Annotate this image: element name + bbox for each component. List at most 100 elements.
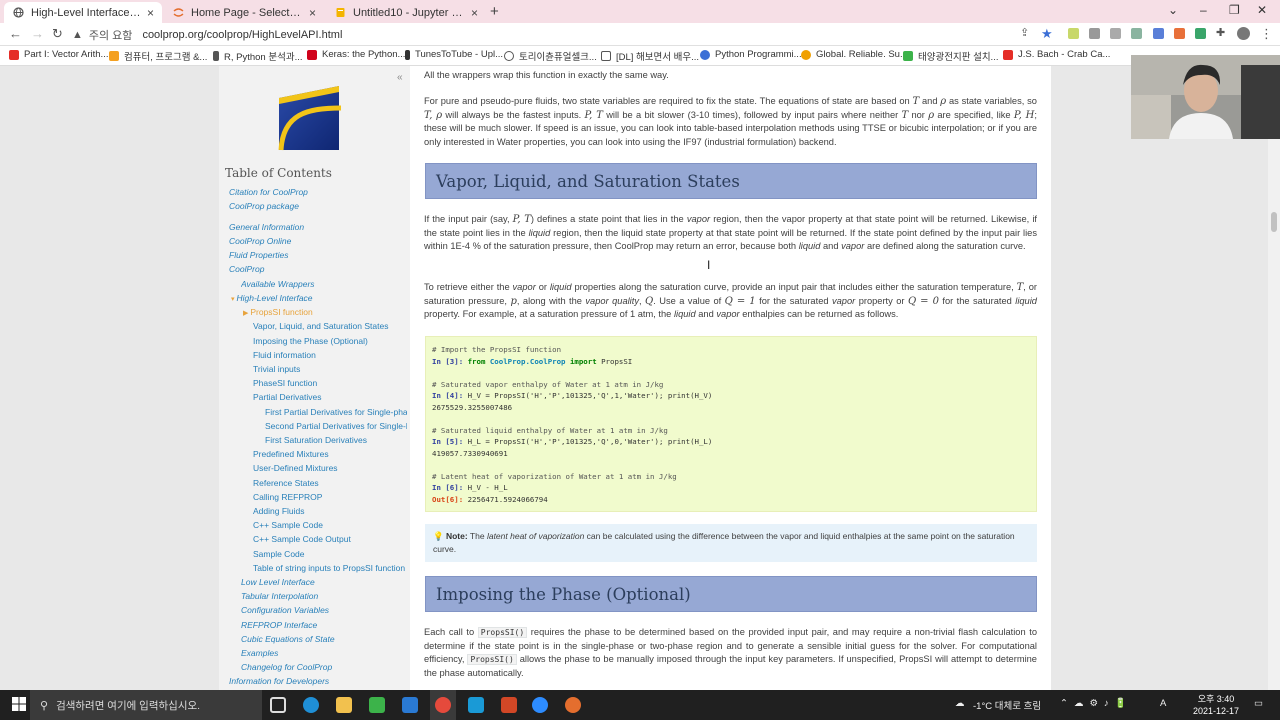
bookmark-star-icon[interactable]: ★ xyxy=(1041,26,1053,42)
close-tab-icon[interactable]: × xyxy=(309,6,316,20)
forward-icon[interactable]: → xyxy=(31,26,44,41)
address-bar[interactable]: ▲ 주의 요함 coolprop.org/coolprop/HighLevelA… xyxy=(72,25,1062,44)
notification-icon[interactable]: ▭ xyxy=(1254,698,1263,709)
powerpoint-icon[interactable] xyxy=(501,697,517,713)
tab-search-icon[interactable]: ⌄ xyxy=(1168,3,1178,17)
extension-icon[interactable] xyxy=(1110,28,1121,39)
bookmark-item[interactable]: J.S. Bach - Crab Ca... xyxy=(1003,49,1110,60)
close-tab-icon[interactable]: × xyxy=(471,6,478,20)
ime-indicator[interactable]: A xyxy=(1160,698,1166,709)
toc-item[interactable]: Predefined Mixtures xyxy=(253,448,405,461)
toc-item[interactable]: Adding Fluids xyxy=(253,505,405,518)
system-tray-icons[interactable]: ⌃☁⚙♪🔋 xyxy=(1060,698,1133,709)
chrome-icon[interactable] xyxy=(435,697,451,713)
clock[interactable]: 오후 3:40 2021-12-17 xyxy=(1190,693,1242,717)
bookmark-item[interactable]: Part I: Vector Arith... xyxy=(9,49,108,60)
weather-icon[interactable]: ☁ xyxy=(955,698,965,709)
edge-icon[interactable] xyxy=(303,697,319,713)
tab-jupyter-home[interactable]: Home Page - Select or create a × xyxy=(164,2,324,23)
toc-item-current[interactable]: ▶ PropsSI function xyxy=(243,306,405,319)
url-text[interactable]: coolprop.org/coolprop/HighLevelAPI.html xyxy=(142,29,342,41)
toc-item[interactable]: Partial Derivatives xyxy=(253,391,405,404)
extension-icon[interactable] xyxy=(1153,28,1164,39)
toc-item[interactable]: Examples xyxy=(241,647,405,660)
bookmark-item[interactable]: R, Python 분석과... xyxy=(213,49,303,63)
extension-icon[interactable] xyxy=(1174,28,1185,39)
bookmark-item[interactable]: Python Programmi... xyxy=(700,49,802,60)
toc-item[interactable]: Table of string inputs to PropsSI functi… xyxy=(253,562,407,575)
app-icon[interactable] xyxy=(468,697,484,713)
toc-item[interactable]: CoolProp package xyxy=(229,200,405,213)
toc-item[interactable]: Reference States xyxy=(253,477,405,490)
toc-item[interactable]: Tabular Interpolation xyxy=(241,590,405,603)
bookmark-item[interactable]: Global. Reliable. Su... xyxy=(801,49,908,60)
toc-item[interactable]: REFPROP Interface xyxy=(241,619,405,632)
toc-item[interactable]: Calling REFPROP xyxy=(253,491,405,504)
windows-start-icon[interactable] xyxy=(12,697,26,711)
clock-date: 2021-12-17 xyxy=(1192,706,1240,716)
toc-item[interactable]: Configuration Variables xyxy=(241,604,405,617)
toc-item[interactable]: Information for Developers xyxy=(229,675,405,688)
zoom-icon[interactable] xyxy=(532,697,548,713)
close-window-icon[interactable]: ✕ xyxy=(1257,3,1267,17)
close-tab-icon[interactable]: × xyxy=(147,6,154,20)
bookmark-item[interactable]: Keras: the Python... xyxy=(307,49,405,60)
restore-icon[interactable]: ❐ xyxy=(1229,3,1240,17)
jupyter-icon[interactable] xyxy=(565,697,581,713)
toc-item[interactable]: General Information xyxy=(229,221,405,234)
extension-icon[interactable] xyxy=(1089,28,1100,39)
store-icon[interactable] xyxy=(369,697,385,713)
mail-icon[interactable] xyxy=(402,697,418,713)
extension-icon[interactable] xyxy=(1131,28,1142,39)
code-block[interactable]: # Import the PropsSI function In [3]: fr… xyxy=(425,336,1037,512)
tab-jupyter-notebook[interactable]: Untitled10 - Jupyter Notebook × xyxy=(326,2,486,23)
tab-coolprop[interactable]: High-Level Interface — CoolPro × xyxy=(4,2,162,23)
bookmark-item[interactable]: 컴퓨터, 프로그램 &... xyxy=(109,49,207,63)
scrollbar-thumb[interactable] xyxy=(1271,212,1277,232)
toc-item[interactable]: Low Level Interface xyxy=(241,576,405,589)
warning-icon[interactable]: ▲ xyxy=(72,29,83,41)
coolprop-logo[interactable] xyxy=(277,84,345,152)
toc-item[interactable]: Vapor, Liquid, and Saturation States xyxy=(253,320,405,333)
new-tab-icon[interactable]: + xyxy=(490,3,499,20)
toc-item[interactable]: Fluid information xyxy=(253,349,405,362)
extensions-puzzle-icon[interactable]: ✚ xyxy=(1216,26,1225,39)
task-view-icon[interactable] xyxy=(270,697,286,713)
bookmark-item[interactable]: [DL] 해보면서 배우... xyxy=(601,49,699,63)
file-explorer-icon[interactable] xyxy=(336,697,352,713)
extension-icon[interactable] xyxy=(1195,28,1206,39)
toc-item[interactable]: Citation for CoolProp xyxy=(229,186,405,199)
menu-kebab-icon[interactable]: ⋮ xyxy=(1260,26,1273,42)
toc-item[interactable]: Changelog for CoolProp xyxy=(241,661,405,674)
toc-item-expanded[interactable]: ▾ High-Level Interface xyxy=(231,292,405,305)
back-icon[interactable]: ← xyxy=(9,26,22,41)
toc-item[interactable]: C++ Sample Code xyxy=(253,519,405,532)
toc-item[interactable]: Imposing the Phase (Optional) xyxy=(253,335,405,348)
toc-item[interactable]: PhaseSI function xyxy=(253,377,405,390)
weather-text[interactable]: -1°C 대체로 흐림 xyxy=(973,698,1041,712)
taskbar-search-box[interactable]: ⚲ 검색하려면 여기에 입력하십시오. xyxy=(30,690,262,720)
toc-item[interactable]: Second Partial Derivatives for Single-Ph… xyxy=(265,420,407,433)
profile-avatar[interactable] xyxy=(1237,27,1250,40)
bookmark-item[interactable]: 태양광전지판 설치... xyxy=(903,49,998,63)
toc-item[interactable]: Sample Code xyxy=(253,548,405,561)
toc-item[interactable]: Available Wrappers xyxy=(241,278,405,291)
minimize-icon[interactable]: – xyxy=(1200,3,1207,17)
security-label[interactable]: 주의 요함 xyxy=(89,27,133,43)
share-icon[interactable]: ⇪ xyxy=(1020,26,1029,39)
toc-item[interactable]: C++ Sample Code Output xyxy=(253,533,405,546)
toc-item[interactable]: Cubic Equations of State xyxy=(241,633,405,646)
toc-item[interactable]: Trivial inputs xyxy=(253,363,405,376)
toc-item[interactable]: CoolProp Online xyxy=(229,235,405,248)
toc-item[interactable]: First Saturation Derivatives xyxy=(265,434,407,447)
page-scrollbar[interactable] xyxy=(1268,132,1280,720)
toc-item[interactable]: CoolProp xyxy=(229,263,405,276)
toc-item[interactable]: Fluid Properties xyxy=(229,249,405,262)
reload-icon[interactable]: ↻ xyxy=(52,26,63,42)
bookmark-item[interactable]: 토리이츈퓨얼셀크... xyxy=(504,49,597,63)
extension-icon[interactable] xyxy=(1068,28,1079,39)
collapse-sidebar-button[interactable]: « xyxy=(397,72,403,83)
bookmark-item[interactable]: TunesToTube - Upl... xyxy=(405,49,503,60)
toc-item[interactable]: User-Defined Mixtures xyxy=(253,462,405,475)
toc-item[interactable]: First Partial Derivatives for Single-pha… xyxy=(265,406,407,419)
